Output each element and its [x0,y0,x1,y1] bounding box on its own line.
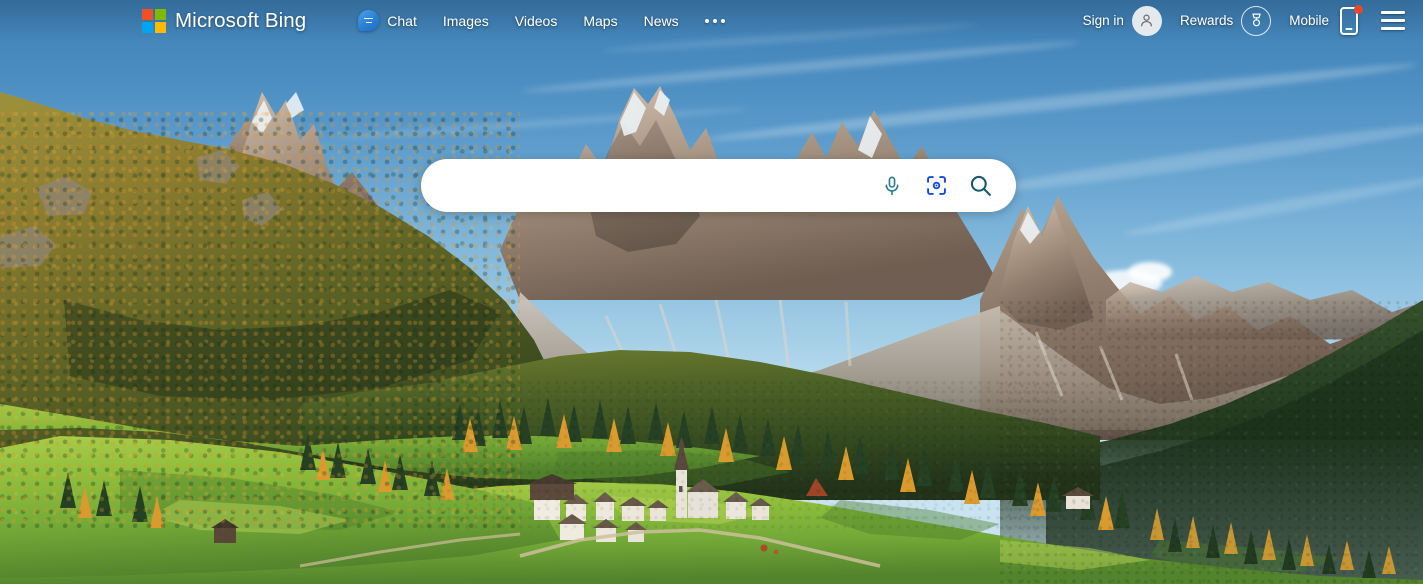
rewards-medal-icon [1241,5,1272,36]
bing-homepage: Microsoft Bing Chat Images Videos Maps N… [0,0,1423,584]
nav-images[interactable]: Images [430,7,502,35]
visual-search-icon[interactable] [922,172,950,200]
mobile-label: Mobile [1289,13,1329,28]
nav-maps[interactable]: Maps [570,7,630,35]
search-input[interactable] [421,176,878,195]
microsoft-logo-icon [142,8,166,33]
site-header: Microsoft Bing Chat Images Videos Maps N… [0,0,1423,41]
bing-logo-link[interactable]: Microsoft Bing [142,8,307,33]
rewards-label: Rewards [1179,13,1234,28]
chat-bubble-icon [358,10,380,31]
header-right-actions: Sign in Rewards Mobile [1077,3,1409,39]
sign-in-label: Sign in [1082,13,1124,28]
nav-chat[interactable]: Chat [350,4,430,37]
search-action-icons [878,172,1016,200]
nav-videos[interactable]: Videos [502,7,571,35]
notification-badge [1354,4,1363,14]
sign-in-button[interactable]: Sign in [1077,4,1168,38]
brand-name: Microsoft Bing [175,8,307,32]
person-avatar-icon [1131,5,1162,36]
hamburger-menu-icon[interactable] [1381,9,1409,33]
nav-chat-label: Chat [387,12,417,29]
right-forest-texture [1000,300,1423,584]
valley-forest-texture [420,380,1060,530]
mobile-phone-icon [1337,4,1363,37]
mobile-button[interactable]: Mobile [1283,3,1367,39]
ellipsis-icon[interactable] [692,9,738,33]
main-nav: Chat Images Videos Maps News [354,4,737,37]
rewards-button[interactable]: Rewards [1174,4,1277,38]
microphone-icon[interactable] [878,172,906,200]
nav-news[interactable]: News [631,7,692,35]
search-icon[interactable] [966,172,994,200]
search-box[interactable] [421,159,1016,212]
